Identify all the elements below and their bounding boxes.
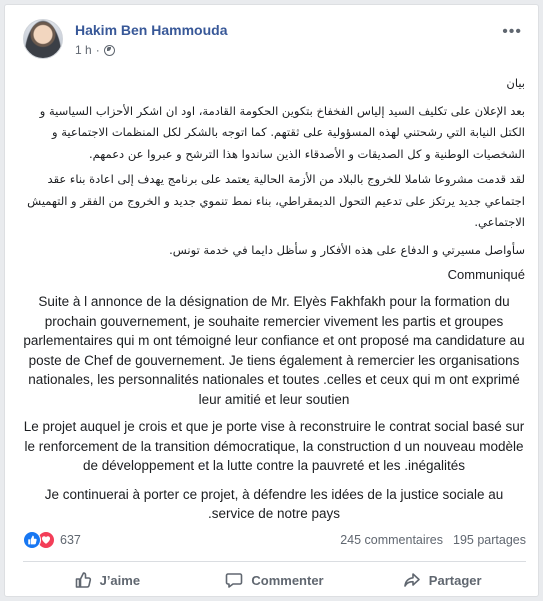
- post-body: بيان بعد الإعلان على تكليف السيد إلياس ا…: [23, 69, 525, 524]
- post-time[interactable]: 1 h: [75, 43, 92, 57]
- globe-icon[interactable]: [103, 44, 115, 56]
- post-card: Hakim Ben Hammouda 1 h · ••• بيان بعد ال…: [4, 4, 539, 597]
- comment-button[interactable]: Commenter: [191, 565, 359, 595]
- action-bar: J’aime Commenter Partager: [23, 565, 526, 595]
- shares-count[interactable]: 195 partages: [453, 533, 526, 547]
- post-meta: 1 h ·: [75, 43, 115, 57]
- engagement-counts: 245 commentaires 195 partages: [340, 533, 526, 547]
- reaction-count: 637: [60, 533, 81, 547]
- like-label: J’aime: [99, 572, 141, 588]
- share-arrow-icon: [403, 573, 420, 587]
- comment-icon: [226, 573, 243, 588]
- french-title: Communiqué: [447, 267, 525, 282]
- meta-separator: ·: [95, 43, 100, 57]
- like-icon: [23, 531, 41, 549]
- like-button[interactable]: J’aime: [23, 565, 191, 595]
- post-stats: 637 245 commentaires 195 partages: [23, 529, 526, 553]
- arabic-paragraph-3: سأواصل مسيرتي و الدفاع على هذه الأفكار و…: [169, 242, 525, 257]
- thumbs-up-icon: [75, 572, 91, 588]
- french-paragraph-3: Je continuerai à porter ce projet, à déf…: [44, 486, 504, 522]
- arabic-paragraph-2: لقد قدمت مشروعا شاملا للخروج بالبلاد من …: [27, 172, 525, 229]
- actions-divider: [23, 561, 526, 562]
- avatar[interactable]: [23, 19, 63, 59]
- reactions-summary[interactable]: 637: [23, 531, 81, 549]
- french-paragraph-1: Suite à l annonce de la désignation de M…: [23, 294, 525, 407]
- author-name[interactable]: Hakim Ben Hammouda: [75, 22, 227, 38]
- french-paragraph-2: Le projet auquel je crois et que je port…: [23, 419, 525, 473]
- arabic-title: بيان: [506, 76, 525, 90]
- post-header: Hakim Ben Hammouda 1 h · •••: [23, 19, 526, 65]
- share-label: Partager: [428, 572, 482, 588]
- comment-label: Commenter: [251, 572, 324, 588]
- share-button[interactable]: Partager: [358, 565, 526, 595]
- arabic-paragraph-1: بعد الإعلان على تكليف السيد إلياس الفخفا…: [39, 103, 525, 161]
- comments-count[interactable]: 245 commentaires: [340, 533, 443, 547]
- more-horizontal-icon[interactable]: •••: [502, 23, 522, 41]
